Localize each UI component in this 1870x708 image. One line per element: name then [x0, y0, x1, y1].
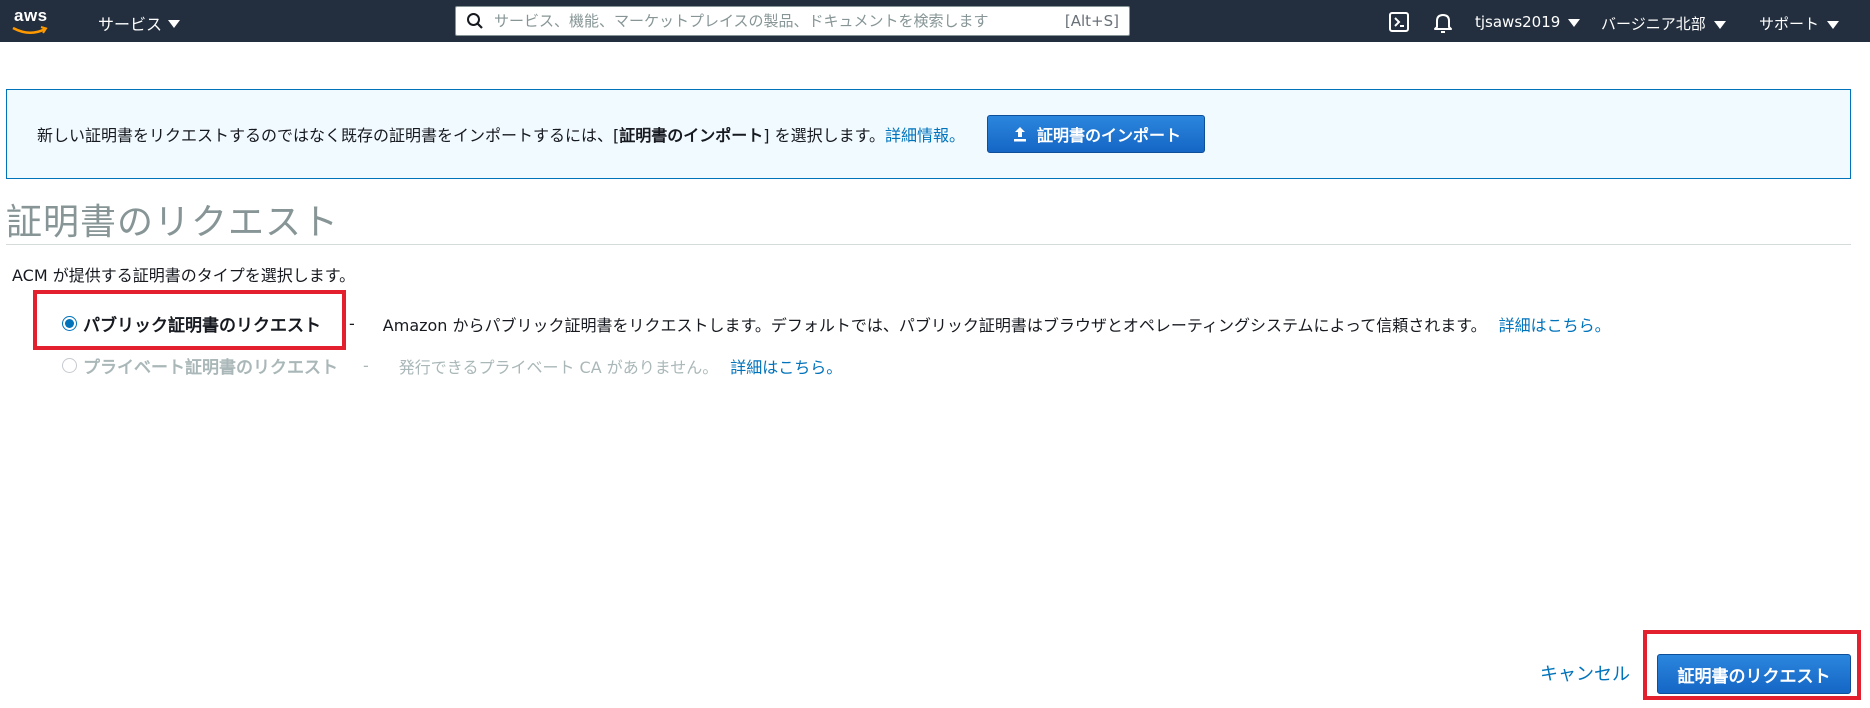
region-menu[interactable]: バージニア北部: [1601, 13, 1726, 34]
search-shortcut: [Alt+S]: [1064, 12, 1119, 30]
import-button-label: 証明書のインポート: [1037, 126, 1182, 145]
cloudshell-icon[interactable]: [1388, 11, 1410, 33]
upload-icon: [1014, 127, 1026, 142]
caret-down-icon: [1713, 20, 1726, 29]
private-certificate-option: プライベート証明書のリクエスト - 発行できるプライベート CA がありません。…: [62, 353, 842, 378]
public-certificate-option[interactable]: パブリック証明書のリクエスト - Amazon からパブリック証明書をリクエスト…: [62, 311, 1611, 336]
aws-smile-icon: [12, 26, 48, 34]
aws-logo-text: aws: [14, 6, 48, 25]
banner-text-before: 新しい証明書をリクエストするのではなく既存の証明書をインポートするには、[: [37, 126, 620, 145]
aws-logo[interactable]: aws: [12, 6, 52, 36]
page-description: ACM が提供する証明書のタイプを選択します。: [12, 266, 356, 285]
title-divider: [6, 244, 1851, 245]
public-learn-more-link[interactable]: 詳細はこちら。: [1499, 312, 1611, 336]
private-certificate-radio: [62, 358, 77, 373]
import-info-banner: 新しい証明書をリクエストするのではなく既存の証明書をインポートするには、[証明書…: [6, 89, 1851, 179]
option-separator: -: [363, 356, 369, 375]
caret-down-icon: [1568, 19, 1581, 27]
private-certificate-description: 発行できるプライベート CA がありません。: [398, 357, 719, 377]
bell-icon[interactable]: [1432, 11, 1454, 33]
caret-down-icon: [1827, 20, 1840, 29]
radio-selected-dot: [65, 319, 74, 328]
services-label: サービス: [98, 15, 163, 34]
public-certificate-description: Amazon からパブリック証明書をリクエストします。デフォルトでは、パブリック…: [382, 315, 1487, 335]
support-menu[interactable]: サポート: [1759, 13, 1840, 34]
request-certificate-button[interactable]: 証明書のリクエスト: [1657, 654, 1851, 694]
public-certificate-label[interactable]: パブリック証明書のリクエスト: [83, 311, 321, 336]
search-icon: [456, 7, 494, 35]
cancel-link[interactable]: キャンセル: [1540, 660, 1630, 686]
account-menu[interactable]: tjsaws2019: [1475, 13, 1581, 31]
region-label: バージニア北部: [1601, 15, 1706, 33]
services-menu[interactable]: サービス: [98, 11, 181, 35]
banner-text-after: ] を選択します。: [763, 126, 885, 145]
import-certificate-button[interactable]: 証明書のインポート: [987, 115, 1206, 153]
public-certificate-radio[interactable]: [62, 316, 77, 331]
page-title: 証明書のリクエスト: [6, 202, 340, 243]
banner-more-info-link[interactable]: 詳細情報。: [885, 122, 965, 146]
private-certificate-label: プライベート証明書のリクエスト: [83, 358, 338, 378]
top-nav-bar: aws サービス [Alt+S] tjsaws: [0, 0, 1870, 42]
option-separator: -: [349, 314, 355, 333]
support-label: サポート: [1759, 15, 1820, 33]
caret-down-icon: [168, 20, 181, 28]
account-label: tjsaws2019: [1475, 13, 1561, 31]
banner-text-bold: 証明書のインポート: [619, 126, 764, 145]
search-box[interactable]: [Alt+S]: [455, 6, 1130, 36]
private-learn-more-link[interactable]: 詳細はこちら。: [730, 354, 842, 378]
search-input[interactable]: [494, 8, 1065, 34]
